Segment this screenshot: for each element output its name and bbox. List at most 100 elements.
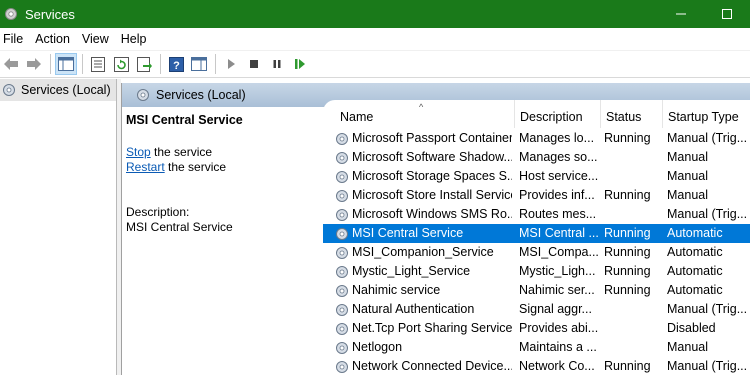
- tree-item-label: Services (Local): [21, 83, 111, 97]
- service-startup-type: Automatic: [667, 264, 723, 278]
- column-startup-label: Startup Type: [668, 110, 739, 124]
- maximize-button[interactable]: [704, 0, 750, 28]
- service-status: Running: [604, 226, 651, 240]
- show-hide-tree-button[interactable]: [55, 53, 77, 75]
- service-status: Running: [604, 264, 651, 278]
- service-startup-type: Disabled: [667, 321, 716, 335]
- service-status: Running: [604, 359, 651, 373]
- service-description: Manages lo...: [519, 131, 595, 145]
- gear-icon: [336, 360, 348, 373]
- pause-service-button[interactable]: [266, 53, 288, 75]
- service-row[interactable]: Microsoft Software Shadow... Manages so..…: [323, 148, 750, 167]
- service-name: Microsoft Storage Spaces S...: [352, 169, 512, 183]
- gear-icon: [137, 89, 149, 101]
- gear-icon: [336, 208, 348, 221]
- service-row[interactable]: Nahimic service Nahimic ser... Running Auto…: [323, 281, 750, 300]
- service-row[interactable]: Netlogon Maintains a ... Manual: [323, 338, 750, 357]
- minimize-button[interactable]: [658, 0, 704, 28]
- sort-ascending-icon: ^: [419, 102, 424, 112]
- service-name-cell: Microsoft Passport Container: [334, 129, 512, 148]
- service-row[interactable]: Microsoft Store Install Service Provides …: [323, 186, 750, 205]
- menu-help[interactable]: Help: [118, 32, 154, 46]
- refresh-icon: [113, 56, 129, 72]
- back-button[interactable]: [0, 53, 22, 75]
- service-name-cell: MSI_Companion_Service: [334, 243, 512, 262]
- gear-icon: [336, 189, 348, 202]
- stop-line: Stop the service: [126, 145, 326, 160]
- pause-icon: [273, 60, 281, 68]
- service-status: [604, 319, 664, 338]
- service-status: [604, 148, 664, 167]
- service-row[interactable]: Microsoft Storage Spaces S... Host servic…: [323, 167, 750, 186]
- stop-service-link[interactable]: Stop: [126, 145, 151, 159]
- menu-action[interactable]: Action: [32, 32, 77, 46]
- service-name-cell: Microsoft Storage Spaces S...: [334, 167, 512, 186]
- gear-icon: [3, 84, 15, 96]
- service-name-cell: Net.Tcp Port Sharing Service: [334, 319, 512, 338]
- tree-pane: Services (Local): [0, 79, 117, 375]
- resume-icon: [295, 59, 305, 69]
- stop-icon: [250, 60, 258, 68]
- svg-text:?: ?: [173, 60, 180, 72]
- gear-icon: [336, 265, 348, 278]
- service-name-cell: Nahimic service: [334, 281, 512, 300]
- menu-file[interactable]: File: [0, 32, 30, 46]
- service-startup-type: Manual (Trig...: [667, 302, 748, 316]
- service-status: Running: [604, 131, 651, 145]
- help-icon: ?: [168, 56, 184, 72]
- menu-view[interactable]: View: [79, 32, 116, 46]
- service-row[interactable]: Mystic_Light_Service Mystic_Ligh... Runnin…: [323, 262, 750, 281]
- column-header-startup-type[interactable]: Startup Type: [663, 100, 750, 128]
- properties-button[interactable]: [87, 53, 109, 75]
- service-name-cell: Network Connected Device...: [334, 357, 512, 375]
- resume-service-button[interactable]: [289, 53, 311, 75]
- service-status: [604, 167, 664, 186]
- start-service-button[interactable]: [220, 53, 242, 75]
- column-header-status[interactable]: Status: [601, 100, 663, 128]
- service-status: [604, 300, 664, 319]
- refresh-button[interactable]: [110, 53, 132, 75]
- forward-icon: [27, 58, 41, 70]
- gear-icon: [5, 8, 17, 20]
- tree-item-services-local[interactable]: Services (Local): [0, 79, 116, 101]
- column-name-label: Name: [340, 110, 374, 124]
- export-button[interactable]: [133, 53, 155, 75]
- service-startup-type: Automatic: [667, 226, 723, 240]
- maximize-icon: [722, 9, 732, 19]
- toolbar-separator: [160, 54, 161, 74]
- help-button[interactable]: ?: [165, 53, 187, 75]
- column-header-description[interactable]: Description: [515, 100, 601, 128]
- service-description: MSI_Compa...: [519, 245, 599, 259]
- stop-service-button[interactable]: [243, 53, 265, 75]
- restart-line: Restart the service: [126, 160, 326, 175]
- service-name: Netlogon: [352, 340, 403, 354]
- service-description: Manages so...: [519, 150, 598, 164]
- gear-icon: [336, 246, 348, 259]
- service-name: Net.Tcp Port Sharing Service: [352, 321, 512, 335]
- show-hide-tree-icon: [58, 57, 74, 71]
- service-name-cell: Microsoft Windows SMS Ro...: [334, 205, 512, 224]
- description-label: Description:: [126, 205, 190, 219]
- console-button[interactable]: [188, 53, 210, 75]
- service-description: Maintains a ...: [519, 340, 597, 354]
- restart-service-link[interactable]: Restart: [126, 160, 165, 174]
- service-row[interactable]: MSI Central Service MSI Central ... Runnin…: [323, 224, 750, 243]
- service-description: Host service...: [519, 169, 599, 183]
- service-row[interactable]: Microsoft Passport Container Manages lo..…: [323, 129, 750, 148]
- toolbar-separator: [215, 54, 216, 74]
- service-startup-type: Manual (Trig...: [667, 207, 748, 221]
- service-row[interactable]: Natural Authentication Signal aggr... Manu…: [323, 300, 750, 319]
- service-startup-type: Manual (Trig...: [667, 131, 748, 145]
- service-name: Network Connected Device...: [352, 359, 512, 373]
- back-icon: [4, 58, 18, 70]
- service-startup-type: Manual: [667, 150, 708, 164]
- service-row[interactable]: MSI_Companion_Service MSI_Compa... Running…: [323, 243, 750, 262]
- service-name-cell: MSI Central Service: [334, 224, 512, 243]
- forward-button[interactable]: [23, 53, 45, 75]
- service-status: Running: [604, 283, 651, 297]
- service-row[interactable]: Microsoft Windows SMS Ro... Routes mes...…: [323, 205, 750, 224]
- service-row[interactable]: Network Connected Device... Network Co...…: [323, 357, 750, 375]
- services-list: Name Description Status Startup Type ^ M…: [323, 100, 750, 375]
- service-row[interactable]: Net.Tcp Port Sharing Service Provides abi…: [323, 319, 750, 338]
- gear-icon: [336, 284, 348, 297]
